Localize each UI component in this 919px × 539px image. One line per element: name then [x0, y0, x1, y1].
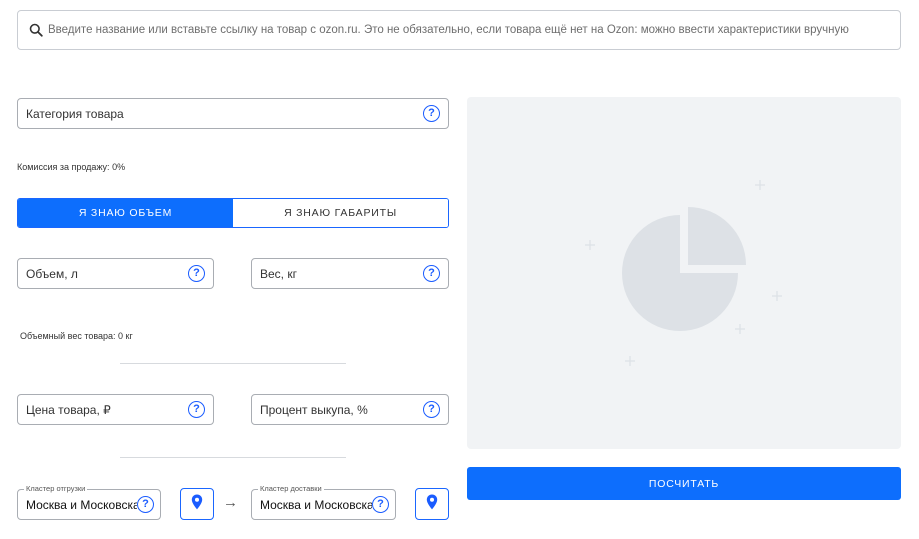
- shipping-cluster-legend: Кластер отгрузки: [24, 484, 88, 494]
- pie-chart-placeholder-icon: [585, 180, 782, 366]
- chart-panel: [467, 97, 901, 449]
- volume-mode-toggle[interactable]: Я ЗНАЮ ОБЪЕМ Я ЗНАЮ ГАБАРИТЫ: [17, 198, 449, 228]
- weight-field[interactable]: ?: [251, 258, 449, 289]
- price-input[interactable]: [26, 402, 188, 417]
- volume-input[interactable]: [26, 266, 188, 281]
- calculate-button[interactable]: ПОСЧИТАТЬ: [467, 467, 901, 500]
- help-icon[interactable]: ?: [423, 265, 440, 282]
- buyout-field[interactable]: ?: [251, 394, 449, 425]
- map-pin-icon: [191, 494, 203, 515]
- delivery-location-button[interactable]: [415, 488, 449, 520]
- delivery-cluster-value: Москва и Московская область: [260, 497, 372, 512]
- category-field[interactable]: ?: [17, 98, 449, 129]
- delivery-cluster-select[interactable]: Кластер доставки Москва и Московская обл…: [251, 484, 396, 520]
- delivery-cluster-legend: Кластер доставки: [258, 484, 324, 494]
- know-dimensions-tab[interactable]: Я ЗНАЮ ГАБАРИТЫ: [233, 199, 448, 227]
- volume-field[interactable]: ?: [17, 258, 214, 289]
- buyout-input[interactable]: [260, 402, 423, 417]
- map-pin-icon: [426, 494, 438, 515]
- search-input[interactable]: [48, 11, 900, 49]
- help-icon[interactable]: ?: [372, 496, 389, 513]
- divider: [120, 363, 346, 364]
- shipping-cluster-value: Москва и Московская область: [26, 497, 137, 512]
- product-search-field[interactable]: [17, 10, 901, 50]
- shipping-location-button[interactable]: [180, 488, 214, 520]
- volumetric-weight-text: Объемный вес товара: 0 кг: [20, 331, 133, 341]
- help-icon[interactable]: ?: [137, 496, 154, 513]
- price-field[interactable]: ?: [17, 394, 214, 425]
- help-icon[interactable]: ?: [188, 401, 205, 418]
- commission-text: Комиссия за продажу: 0%: [17, 162, 126, 172]
- help-icon[interactable]: ?: [423, 401, 440, 418]
- shipping-cluster-select[interactable]: Кластер отгрузки Москва и Московская обл…: [17, 484, 161, 520]
- search-icon: [28, 22, 44, 38]
- help-icon[interactable]: ?: [188, 265, 205, 282]
- know-volume-tab[interactable]: Я ЗНАЮ ОБЪЕМ: [18, 199, 233, 227]
- weight-input[interactable]: [260, 266, 423, 281]
- help-icon[interactable]: ?: [423, 105, 440, 122]
- arrow-right-icon: →: [223, 494, 238, 511]
- divider: [120, 457, 346, 458]
- category-input[interactable]: [26, 106, 423, 121]
